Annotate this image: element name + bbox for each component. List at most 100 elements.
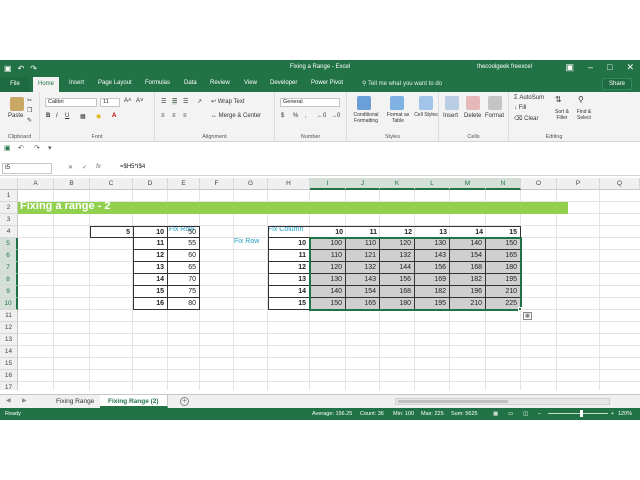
- column-header-e[interactable]: E: [168, 178, 200, 190]
- find-select-icon[interactable]: ⚲: [578, 95, 584, 104]
- tab-power-pivot[interactable]: Power Pivot: [311, 80, 343, 86]
- tab-home[interactable]: Home: [33, 77, 60, 92]
- sort-filter-label[interactable]: Sort & Filter: [551, 109, 573, 121]
- tab-insert[interactable]: Insert: [69, 80, 84, 86]
- tab-data[interactable]: Data: [184, 80, 197, 86]
- zoom-in-icon[interactable]: +: [611, 408, 614, 420]
- number-format-select[interactable]: General: [280, 98, 340, 107]
- sort-filter-icon[interactable]: ⇅: [555, 95, 562, 104]
- fill-handle[interactable]: [518, 307, 522, 311]
- qat-save-icon[interactable]: ▣: [4, 144, 11, 152]
- row-header-8[interactable]: 8: [0, 274, 18, 286]
- font-name-select[interactable]: Calibri: [45, 98, 97, 107]
- align-right-icon[interactable]: ≡: [183, 113, 187, 119]
- column-header-i[interactable]: I: [310, 178, 346, 190]
- align-left-icon[interactable]: ≡: [161, 113, 165, 119]
- scrollbar-thumb[interactable]: [398, 400, 508, 403]
- column-header-m[interactable]: M: [450, 178, 486, 190]
- cell-styles-icon[interactable]: [419, 96, 433, 110]
- row-header-1[interactable]: 1: [0, 190, 18, 202]
- tab-formulas[interactable]: Formulas: [145, 80, 170, 86]
- font-size-select[interactable]: 11: [100, 98, 120, 107]
- column-header-a[interactable]: A: [18, 178, 54, 190]
- sheet-tab-fixing-range[interactable]: Fixing Range: [48, 395, 104, 408]
- format-cells-icon[interactable]: [488, 96, 502, 110]
- cut-icon[interactable]: ✂: [27, 97, 32, 104]
- worksheet-grid[interactable]: ABCDEFGHIJKLMNOPQ 1 2 3 4 5 6 7 8 9 10 11 12 13 14 15 1…: [0, 178, 640, 390]
- tab-view[interactable]: View: [244, 80, 257, 86]
- autosum-button[interactable]: Σ AutoSum: [514, 95, 544, 101]
- row-header-14[interactable]: 14: [0, 346, 18, 358]
- row-header-5[interactable]: 5: [0, 238, 18, 250]
- cell-c4[interactable]: 5: [90, 226, 133, 238]
- column-header-g[interactable]: G: [234, 178, 268, 190]
- format-painter-icon[interactable]: ✎: [27, 117, 32, 124]
- add-sheet-icon[interactable]: +: [180, 397, 189, 406]
- column-header-c[interactable]: C: [90, 178, 133, 190]
- zoom-slider-knob[interactable]: [580, 410, 583, 417]
- row-header-3[interactable]: 3: [0, 214, 18, 226]
- cell-e4[interactable]: 50: [168, 226, 200, 238]
- column-header-b[interactable]: B: [54, 178, 90, 190]
- fill-color-icon[interactable]: ◉: [96, 113, 101, 120]
- row-header-6[interactable]: 6: [0, 250, 18, 262]
- cell-e10[interactable]: 80: [168, 298, 200, 310]
- minimize-icon[interactable]: –: [588, 62, 593, 73]
- cell-h9[interactable]: 14: [268, 286, 310, 298]
- cell-d8[interactable]: 14: [133, 274, 168, 286]
- align-center-icon[interactable]: ≡: [172, 113, 176, 119]
- row-header-9[interactable]: 9: [0, 286, 18, 298]
- merge-center-button[interactable]: ↔ Merge & Center: [211, 113, 261, 119]
- tab-page-layout[interactable]: Page Layout: [98, 80, 132, 86]
- zoom-level[interactable]: 120%: [618, 408, 632, 420]
- column-header-o[interactable]: O: [521, 178, 557, 190]
- column-header-f[interactable]: F: [200, 178, 234, 190]
- row-header-13[interactable]: 13: [0, 334, 18, 346]
- share-button[interactable]: Share: [602, 78, 632, 90]
- insert-cells-icon[interactable]: [445, 96, 459, 110]
- format-as-table-icon[interactable]: [390, 96, 404, 110]
- cell-d4[interactable]: 10: [133, 226, 168, 238]
- name-box[interactable]: I5: [2, 163, 52, 174]
- delete-cells-label[interactable]: Delete: [464, 113, 481, 119]
- cell-d6[interactable]: 12: [133, 250, 168, 262]
- horizontal-scrollbar[interactable]: [395, 398, 610, 405]
- clear-button[interactable]: ⌫ Clear: [514, 115, 539, 122]
- sheet-prev-icon[interactable]: ◀: [6, 397, 11, 404]
- cell-e8[interactable]: 70: [168, 274, 200, 286]
- insert-cells-label[interactable]: Insert: [443, 113, 458, 119]
- fill-button[interactable]: ↓ Fill: [514, 105, 526, 111]
- cell-h10[interactable]: 15: [268, 298, 310, 310]
- cell-h5[interactable]: 10: [268, 238, 310, 250]
- sheet-tab-fixing-range-2[interactable]: Fixing Range (2): [100, 395, 168, 408]
- percent-icon[interactable]: %: [293, 113, 298, 119]
- formula-input[interactable]: =$H5*I$4: [120, 164, 145, 170]
- user-name[interactable]: thecoolgeek freexcel: [477, 64, 532, 70]
- view-page-break-icon[interactable]: ◫: [523, 408, 528, 420]
- cell-h7[interactable]: 12: [268, 262, 310, 274]
- align-bottom-icon[interactable]: ☰: [183, 98, 188, 105]
- format-cells-label[interactable]: Format: [485, 113, 504, 119]
- column-header-k[interactable]: K: [380, 178, 415, 190]
- underline-icon[interactable]: U: [65, 113, 69, 119]
- column-header-d[interactable]: D: [133, 178, 168, 190]
- qat-undo-icon[interactable]: ↶: [18, 144, 24, 152]
- zoom-out-icon[interactable]: –: [538, 408, 541, 420]
- row-header-10[interactable]: 10: [0, 298, 18, 310]
- currency-icon[interactable]: $: [281, 113, 284, 119]
- column-header-l[interactable]: L: [415, 178, 450, 190]
- increase-decimal-icon[interactable]: ←0: [317, 113, 326, 119]
- view-normal-icon[interactable]: ▦: [493, 408, 498, 420]
- column-header-q[interactable]: Q: [600, 178, 640, 190]
- cell-styles-label[interactable]: Cell Styles: [414, 112, 438, 118]
- paste-icon[interactable]: [10, 97, 24, 111]
- quick-analysis-icon[interactable]: ▦: [523, 312, 532, 320]
- format-as-table-label[interactable]: Format as Table: [384, 112, 412, 124]
- cell-h8[interactable]: 13: [268, 274, 310, 286]
- cell-d10[interactable]: 16: [133, 298, 168, 310]
- column-header-p[interactable]: P: [557, 178, 600, 190]
- tab-file[interactable]: File: [0, 77, 30, 92]
- font-color-icon[interactable]: A: [112, 113, 116, 119]
- orientation-icon[interactable]: ↗: [197, 98, 202, 105]
- qat-customize-icon[interactable]: ▾: [48, 144, 52, 152]
